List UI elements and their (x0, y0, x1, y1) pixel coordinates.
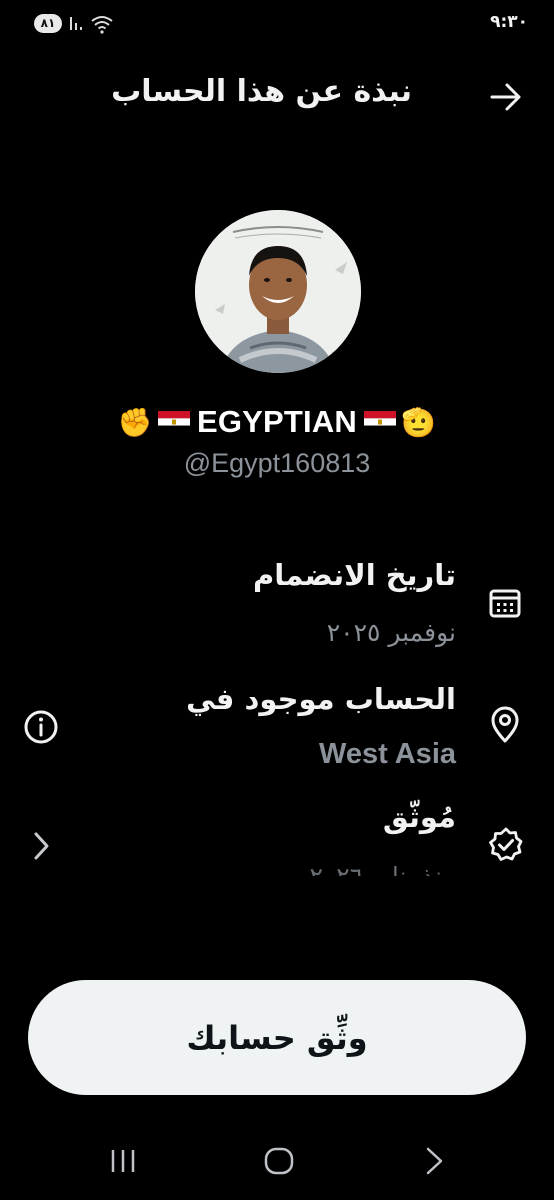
home-icon[interactable] (263, 1146, 295, 1176)
status-time: ٩:٣٠ (490, 12, 528, 32)
verify-account-button[interactable]: وثِّق حسابك (28, 980, 526, 1095)
wifi-icon (91, 16, 113, 34)
location-value: West Asia (319, 738, 456, 770)
avatar[interactable] (195, 210, 361, 373)
saluting-face-emoji: 🫡 (401, 405, 437, 439)
page-title: نبذة عن هذا الحساب (111, 74, 412, 109)
calendar-icon (489, 589, 521, 618)
egypt-flag-icon (157, 411, 190, 433)
verified-since-value: منذ يناير ٢٠٢٦ (296, 862, 456, 876)
battery-indicator: ٨١ (34, 14, 62, 33)
fist-emoji: ✊ (117, 405, 153, 439)
chevron-right-icon[interactable] (22, 828, 60, 864)
recents-icon[interactable] (108, 1146, 138, 1176)
arrow-right-icon[interactable] (488, 81, 524, 113)
info-icon[interactable] (22, 708, 60, 746)
joined-title: تاريخ الانضمام (253, 558, 456, 592)
display-name-row: ✊ EGYPTIAN 🫡 (0, 404, 554, 440)
joined-value: نوفمبر ٢٠٢٥ (326, 618, 456, 647)
display-name: EGYPTIAN (196, 404, 358, 439)
location-icon (491, 706, 519, 743)
egypt-flag-icon (364, 411, 397, 433)
verified-title: مُوثّق (382, 800, 456, 834)
verified-badge-icon (489, 827, 523, 861)
account-handle[interactable]: @Egypt160813 (0, 448, 554, 479)
signal-icon (70, 17, 82, 30)
profile-photo (195, 210, 361, 373)
back-icon[interactable] (420, 1146, 448, 1176)
location-title: الحساب موجود في (186, 682, 456, 716)
